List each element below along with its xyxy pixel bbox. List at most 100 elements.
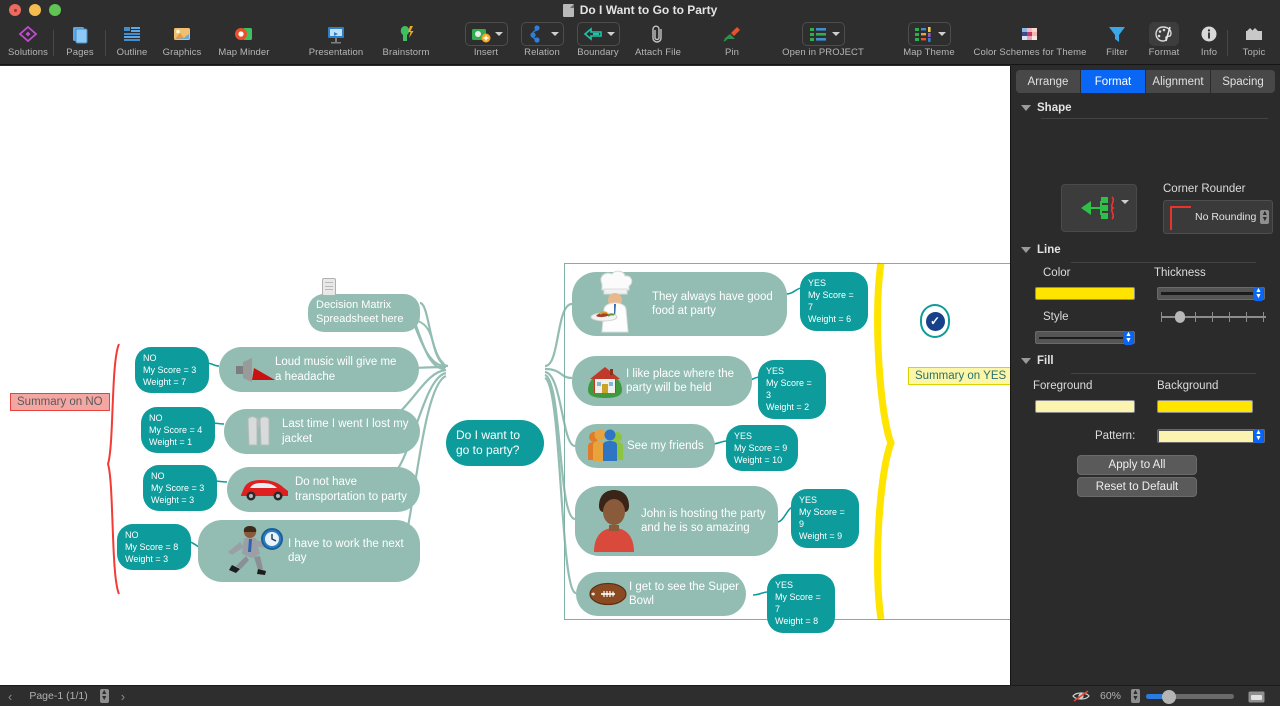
line-style-control[interactable]: ▲ ▼ (1035, 330, 1135, 345)
house-icon (584, 360, 626, 402)
toolbar-button-label: Presentation (308, 47, 364, 58)
shape-section-title: Shape (1037, 102, 1072, 114)
chevron-down-icon[interactable] (606, 32, 615, 36)
fill-background-well[interactable] (1157, 400, 1253, 413)
toolbar-button-label: Map Minder (218, 47, 270, 58)
map-minder-icon-wrapper (229, 22, 259, 46)
tab-spacing[interactable]: Spacing (1211, 70, 1275, 93)
fill-foreground-well[interactable] (1035, 400, 1135, 413)
chevron-down-icon[interactable] (831, 32, 840, 36)
toolbar-button-pin[interactable]: Pin (712, 20, 752, 65)
corner-rounder-stepper[interactable]: ▲ ▼ (1260, 210, 1270, 224)
no-topic-1-text: Loud music will give me a headache (275, 356, 397, 383)
line-thickness-slider[interactable] (1161, 311, 1266, 323)
no-score-1-text: NO My Score = 3 Weight = 7 (143, 353, 197, 388)
previous-page-button[interactable]: ‹ (8, 689, 12, 704)
shape-section-header[interactable]: Shape (1021, 102, 1280, 114)
summary-on-yes-node[interactable]: Summary on YES (908, 367, 1010, 385)
toolbar-button-label: Color Schemes for Theme (973, 47, 1087, 58)
format-palette-icon (1155, 26, 1172, 42)
chevron-down-icon[interactable] (550, 32, 559, 36)
toolbar-button-format[interactable]: Format (1140, 20, 1188, 65)
corner-rounder-value: No Rounding (1195, 211, 1257, 223)
shape-dropdown-chevron[interactable] (1121, 200, 1129, 216)
toolbar-button-solutions[interactable]: Solutions (5, 20, 51, 65)
zoom-slider[interactable] (1146, 690, 1234, 704)
toolbar-separator (1227, 30, 1228, 56)
toolbar-button-label: Pages (66, 47, 94, 58)
toolbar-button-attach-file[interactable]: Attach File (628, 20, 688, 65)
toolbar-button-graphics[interactable]: Graphics (157, 20, 207, 65)
central-topic-node[interactable]: Do I want to go to party? (446, 420, 544, 466)
toolbar-button-map-minder[interactable]: Map Minder (210, 20, 278, 65)
line-color-well[interactable] (1035, 287, 1135, 300)
summary-on-no-node[interactable]: Summary on NO (10, 393, 110, 411)
fill-pattern-stepper[interactable]: ▲ ▼ (1254, 429, 1263, 443)
filter-funnel-icon-wrapper (1102, 22, 1132, 46)
toolbar-button-map-theme[interactable]: Map Theme (895, 20, 963, 65)
corner-rounder-control[interactable]: No Rounding ▲ ▼ (1163, 200, 1273, 234)
tab-format[interactable]: Format (1081, 70, 1146, 93)
reset-to-default-button[interactable]: Reset to Default (1077, 477, 1197, 497)
fit-page-icon[interactable] (1248, 691, 1265, 706)
chevron-down-icon[interactable] (494, 32, 503, 36)
no-score-4[interactable]: NO My Score = 8 Weight = 3 (117, 524, 191, 571)
toolbar-button-filter[interactable]: Filter (1096, 20, 1138, 65)
yes-score-1[interactable]: YES My Score = 7 Weight = 6 (800, 272, 868, 331)
zoom-slider-knob[interactable] (1162, 690, 1176, 704)
line-thickness-stepper[interactable]: ▲ ▼ (1254, 286, 1263, 301)
page-stepper[interactable]: ▲ ▼ (99, 689, 109, 703)
line-section-header[interactable]: Line (1021, 244, 1061, 256)
line-section-rule (1071, 262, 1256, 263)
open-in-project-icon (809, 28, 826, 41)
panel-tabs: Arrange Format Alignment Spacing (1016, 70, 1275, 93)
people-group-icon (586, 428, 626, 464)
attachment-note-node[interactable]: Decision Matrix Spreadsheet here (308, 294, 420, 332)
toolbar-button-label: Topic (1242, 47, 1266, 58)
fill-pattern-control[interactable]: ▲ ▼ (1157, 429, 1265, 443)
apply-to-all-button[interactable]: Apply to All (1077, 455, 1197, 475)
line-section-title: Line (1037, 244, 1061, 256)
fill-section-title: Fill (1037, 355, 1054, 367)
toolbar-button-outline[interactable]: Outline (110, 20, 154, 65)
yes-topic-4-text: John is hosting the party and he is so a… (641, 507, 766, 534)
tab-arrange[interactable]: Arrange (1016, 70, 1081, 93)
line-thickness-slider-knob[interactable] (1175, 311, 1185, 323)
yes-score-5[interactable]: YES My Score = 7 Weight = 8 (767, 574, 835, 633)
toolbar-button-label: Relation (524, 47, 560, 58)
eye-off-icon[interactable] (1072, 689, 1090, 706)
toolbar-button-insert[interactable]: Insert (460, 20, 512, 65)
toolbar-button-open-in-project[interactable]: Open in PROJECT (773, 20, 873, 65)
toolbar-button-presentation[interactable]: Presentation (300, 20, 372, 65)
tab-alignment[interactable]: Alignment (1146, 70, 1211, 93)
toolbar-button-label: Attach File (635, 47, 681, 58)
mindmap-canvas[interactable]: Decision Matrix Spreadsheet here Do I wa… (0, 66, 1010, 685)
no-score-1[interactable]: NO My Score = 3 Weight = 7 (135, 347, 209, 394)
yes-score-4[interactable]: YES My Score = 9 Weight = 9 (791, 489, 859, 548)
toolbar-button-brainstorm[interactable]: Brainstorm (375, 20, 437, 65)
zoom-stepper[interactable]: ▲ ▼ (1131, 689, 1140, 703)
next-page-button[interactable]: › (121, 689, 125, 704)
window-title-bar: Do I Want to Go to Party (0, 0, 1280, 20)
line-style-stepper[interactable]: ▲ ▼ (1124, 330, 1133, 345)
fill-foreground-label: Foreground (1033, 380, 1093, 392)
document-icon (562, 3, 574, 17)
chevron-down-icon[interactable] (937, 32, 946, 36)
main-toolbar: Solutions Pages Outline Graphics Map Minder P… (0, 20, 1280, 65)
toolbar-button-label: Insert (473, 47, 499, 58)
line-thickness-control[interactable]: ▲ ▼ (1157, 286, 1265, 301)
yes-score-3[interactable]: YES My Score = 9 Weight = 10 (726, 425, 798, 472)
no-score-2[interactable]: NO My Score = 4 Weight = 1 (141, 407, 215, 454)
fill-section-header[interactable]: Fill (1021, 355, 1054, 367)
toolbar-button-relation[interactable]: Relation (515, 20, 569, 65)
red-car-icon (238, 475, 292, 503)
checkmark-badge-icon[interactable]: ✓ (920, 304, 950, 338)
toolbar-button-color-schemes-for-theme[interactable]: Color Schemes for Theme (960, 20, 1100, 65)
yes-score-2[interactable]: YES My Score = 3 Weight = 2 (758, 360, 826, 419)
color-schemes-icon-wrapper (1015, 22, 1045, 46)
toolbar-button-topic[interactable]: Topic (1232, 20, 1276, 65)
no-score-3[interactable]: NO My Score = 3 Weight = 3 (143, 465, 217, 512)
toolbar-button-boundary[interactable]: Boundary (571, 20, 625, 65)
toolbar-button-pages[interactable]: Pages (59, 20, 101, 65)
toolbar-button-info[interactable]: Info (1190, 20, 1228, 65)
